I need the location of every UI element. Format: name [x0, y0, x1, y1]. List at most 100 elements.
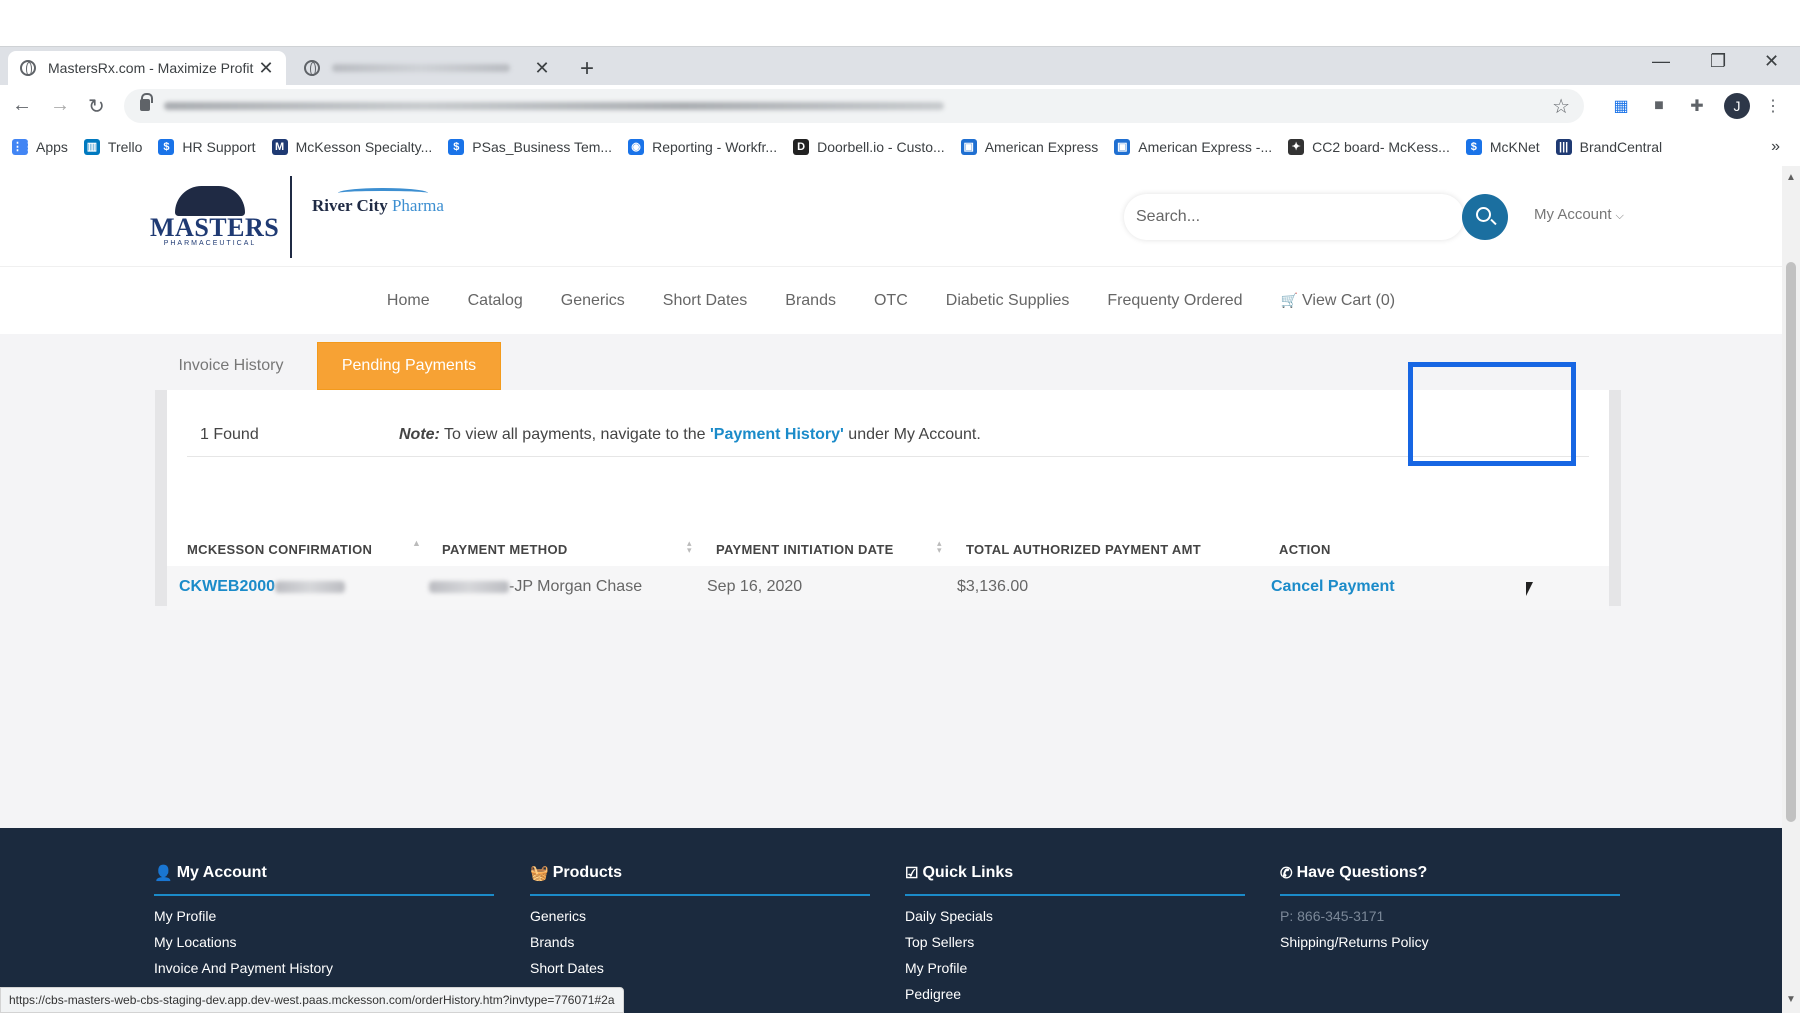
more-bookmarks-icon[interactable]: »	[1771, 138, 1780, 156]
footer-heading: 🧺 Products	[530, 864, 870, 896]
back-icon[interactable]: ←	[12, 94, 32, 117]
sort-icon[interactable]: ▴ ▾	[937, 539, 942, 555]
footer-questions: ✆ Have Questions? P: 866-345-3171 Shippin…	[1280, 864, 1620, 960]
browser-tab-inactive[interactable]: ✕	[292, 51, 562, 85]
sort-asc-icon[interactable]: ▲	[412, 539, 421, 548]
bookmark-item[interactable]: $ PSas_Business Tem...	[448, 138, 613, 155]
kebab-menu-icon[interactable]: ⋮	[1762, 95, 1784, 117]
bookmark-label: Reporting - Workfr...	[652, 138, 778, 155]
bookmark-item[interactable]: $ McKNet	[1465, 138, 1540, 155]
restore-icon[interactable]: ❐	[1710, 51, 1726, 72]
brandcentral-icon: |||	[1555, 138, 1572, 155]
note-label: Note:	[399, 426, 440, 443]
search-button[interactable]	[1462, 194, 1508, 240]
footer-link-brands[interactable]: Brands	[530, 934, 870, 950]
minimize-icon[interactable]: —	[1652, 51, 1670, 72]
nav-brands[interactable]: Brands	[785, 292, 836, 310]
tab-pending-payments[interactable]: Pending Payments	[317, 342, 501, 390]
tab-invoice-history[interactable]: Invoice History	[155, 342, 307, 390]
basket-icon: 🧺	[530, 865, 549, 882]
sort-icon[interactable]: ▴ ▾	[687, 539, 692, 555]
psas-icon: $	[448, 138, 465, 155]
close-window-icon[interactable]: ✕	[1764, 51, 1779, 72]
confirmation-number: CKWEB2000	[179, 578, 276, 595]
site-footer: 👤 My Account My Profile My Locations Invo…	[0, 828, 1782, 1013]
footer-link-my-profile[interactable]: My Profile	[154, 908, 494, 924]
footer-link-top-sellers[interactable]: Top Sellers	[905, 934, 1245, 950]
close-tab-icon[interactable]: ✕	[258, 58, 274, 79]
nav-diabetic-supplies[interactable]: Diabetic Supplies	[946, 292, 1070, 310]
nav-otc[interactable]: OTC	[874, 292, 908, 310]
note-text-part1: To view all payments, navigate to the	[439, 426, 710, 443]
my-account-dropdown[interactable]: My Account ⌵	[1534, 206, 1624, 223]
close-tab-icon[interactable]: ✕	[534, 58, 550, 79]
checkbox-icon: ☑	[905, 865, 919, 882]
confirmation-link[interactable]: CKWEB2000	[179, 578, 346, 596]
river-city-logo[interactable]: River City Pharma	[312, 188, 444, 216]
footer-link-generics[interactable]: Generics	[530, 908, 870, 924]
blurred-tab-title	[332, 64, 510, 72]
search-container	[1124, 194, 1464, 240]
payment-history-link[interactable]: 'Payment History'	[710, 426, 844, 443]
blurred-url	[164, 102, 944, 110]
nav-view-cart[interactable]: 🛒 View Cart (0)	[1281, 292, 1396, 310]
doorbell-icon: D	[793, 138, 810, 155]
bookmark-star-icon[interactable]: ☆	[1552, 94, 1570, 119]
bookmark-item[interactable]: ▣ American Express	[960, 138, 1098, 155]
page-scrollbar[interactable]: ▲ ▼	[1782, 166, 1800, 1013]
apps-grid-icon: ⋮⋮	[12, 138, 34, 155]
col-header-initiation-date[interactable]: PAYMENT INITIATION DATE	[716, 542, 894, 557]
cancel-payment-link[interactable]: Cancel Payment	[1271, 578, 1395, 596]
footer-link-my-profile[interactable]: My Profile	[905, 960, 1245, 976]
footer-link-daily-specials[interactable]: Daily Specials	[905, 908, 1245, 924]
footer-link-pedigree[interactable]: Pedigree	[905, 986, 1245, 1002]
bookmark-label: Doorbell.io - Custo...	[817, 138, 945, 155]
masters-logo[interactable]: MASTERS PHARMACEUTICAL	[150, 186, 279, 250]
col-header-payment-method[interactable]: PAYMENT METHOD	[442, 542, 568, 557]
scroll-down-icon[interactable]: ▼	[1786, 994, 1796, 1005]
trello-icon: ▥	[83, 138, 100, 155]
bookmark-item[interactable]: ||| BrandCentral	[1555, 138, 1662, 155]
footer-link-invoice-history[interactable]: Invoice And Payment History	[154, 960, 494, 976]
scrollbar-thumb[interactable]	[1786, 262, 1796, 822]
footer-link-short-dates[interactable]: Short Dates	[530, 960, 870, 976]
swoosh-icon	[338, 188, 428, 198]
nav-frequently-ordered[interactable]: Frequenty Ordered	[1107, 292, 1242, 310]
browser-tab-active[interactable]: MastersRx.com - Maximize Profit ✕	[8, 51, 286, 85]
bookmark-item[interactable]: D Doorbell.io - Custo...	[793, 138, 945, 155]
footer-link-shipping-returns[interactable]: Shipping/Returns Policy	[1280, 934, 1620, 950]
bookmark-item[interactable]: ▥ Trello	[83, 138, 142, 155]
search-input[interactable]	[1136, 204, 1436, 230]
footer-heading-text: Quick Links	[922, 864, 1014, 881]
profile-avatar[interactable]: J	[1724, 93, 1750, 119]
footer-quick-links: ☑ Quick Links Daily Specials Top Sellers …	[905, 864, 1245, 1012]
col-header-total-amount[interactable]: TOTAL AUTHORIZED PAYMENT AMT	[966, 542, 1201, 557]
address-bar[interactable]: ☆	[124, 89, 1584, 123]
results-panel: 1 Found Note: To view all payments, navi…	[167, 390, 1609, 610]
logo-divider	[290, 176, 292, 258]
bookmark-item[interactable]: ◉ Reporting - Workfr...	[628, 138, 778, 155]
col-header-confirmation[interactable]: MCKESSON CONFIRMATION	[187, 542, 372, 557]
extension-icon[interactable]: ■	[1648, 95, 1670, 117]
web-page: MASTERS PHARMACEUTICAL River City Pharma…	[0, 166, 1782, 1013]
nav-generics[interactable]: Generics	[561, 292, 625, 310]
bookmark-label: HR Support	[182, 138, 256, 155]
bookmark-label: PSas_Business Tem...	[472, 138, 613, 155]
bookmark-item[interactable]: ⋮⋮ Apps	[12, 138, 68, 155]
bookmark-item[interactable]: ▣ American Express -...	[1114, 138, 1272, 155]
scroll-up-icon[interactable]: ▲	[1786, 172, 1796, 183]
footer-link-my-locations[interactable]: My Locations	[154, 934, 494, 950]
windows-extension-icon[interactable]: ▦	[1610, 95, 1632, 117]
new-tab-icon[interactable]: +	[580, 55, 594, 83]
bookmark-item[interactable]: $ HR Support	[158, 138, 256, 155]
nav-catalog[interactable]: Catalog	[468, 292, 523, 310]
bookmark-item[interactable]: M McKesson Specialty...	[271, 138, 432, 155]
view-cart-label: View Cart (0)	[1302, 291, 1396, 309]
reload-icon[interactable]: ↻	[88, 94, 105, 119]
nav-home[interactable]: Home	[387, 292, 430, 310]
forward-icon[interactable]: →	[50, 94, 70, 117]
bookmark-item[interactable]: ✦ CC2 board- McKess...	[1288, 138, 1450, 155]
puzzle-extensions-icon[interactable]: ✚	[1686, 95, 1708, 117]
nav-short-dates[interactable]: Short Dates	[663, 292, 747, 310]
bookmark-label: CC2 board- McKess...	[1312, 138, 1450, 155]
